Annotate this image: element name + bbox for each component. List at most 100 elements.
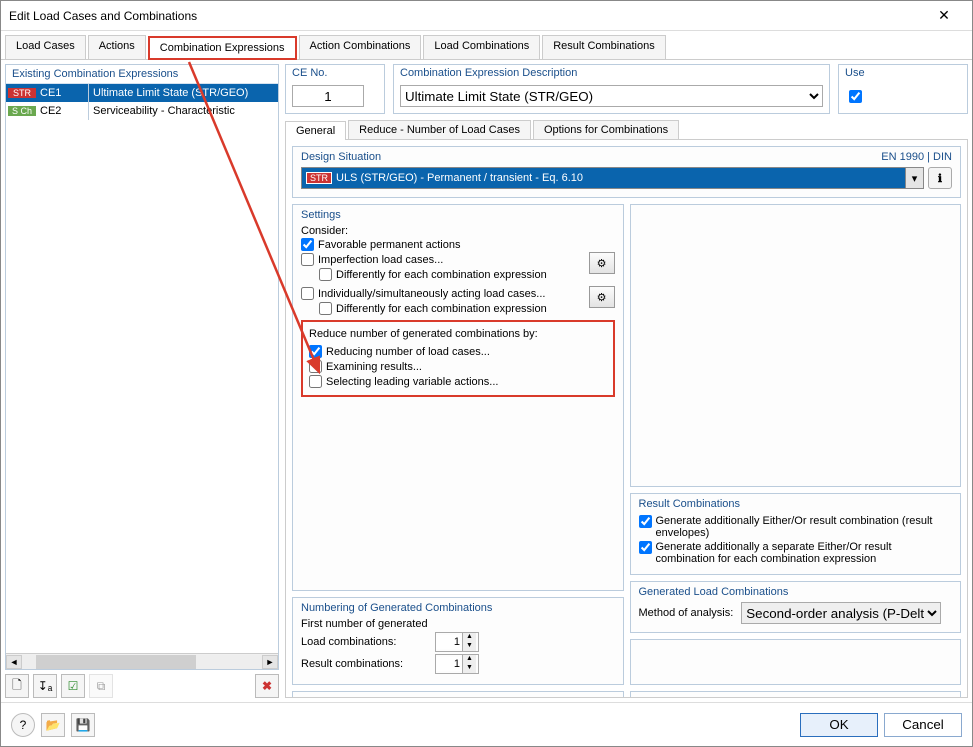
spin-up-icon[interactable]: ▲ bbox=[462, 655, 476, 664]
chk-rc-eitheror[interactable] bbox=[639, 515, 652, 528]
use-box: Use bbox=[838, 64, 968, 114]
save-button[interactable]: 💾 bbox=[71, 713, 95, 737]
chk-examine-results-label: Examining results... bbox=[326, 361, 422, 373]
chevron-down-icon[interactable]: ▾ bbox=[905, 168, 923, 188]
main-tabs: Load Cases Actions Combination Expressio… bbox=[1, 31, 972, 59]
design-situation-group: Design Situation EN 1990 | DIN STR ULS (… bbox=[292, 146, 961, 198]
chk-select-leading[interactable] bbox=[309, 375, 322, 388]
dialog-window: Edit Load Cases and Combinations ✕ Load … bbox=[0, 0, 973, 747]
use-checkbox[interactable] bbox=[849, 90, 862, 103]
result-comb-spinner[interactable]: ▲▼ bbox=[435, 654, 479, 674]
spin-down-icon[interactable]: ▼ bbox=[462, 664, 476, 673]
load-comb-label: Load combinations: bbox=[301, 636, 431, 648]
numbering-header: Numbering of Generated Combinations bbox=[301, 602, 492, 614]
config-individually-button[interactable]: ⚙ bbox=[589, 286, 615, 308]
result-comb-input[interactable] bbox=[436, 657, 462, 671]
chk-rc-separate[interactable] bbox=[639, 541, 652, 554]
chk-rc-separate-label: Generate additionally a separate Either/… bbox=[656, 541, 953, 565]
horizontal-scrollbar[interactable]: ◄ ► bbox=[6, 653, 278, 669]
chk-reduce-loadcases-label: Reducing number of load cases... bbox=[326, 346, 490, 358]
chk-imperfection-label: Imperfection load cases... bbox=[318, 254, 443, 266]
tab-load-combinations[interactable]: Load Combinations bbox=[423, 35, 540, 59]
subtab-reduce[interactable]: Reduce - Number of Load Cases bbox=[348, 120, 531, 139]
chk-reduce-loadcases[interactable] bbox=[309, 345, 322, 358]
rc-header: Result Combinations bbox=[639, 498, 741, 510]
type-badge: STR bbox=[8, 88, 36, 98]
glc-group: Generated Load Combinations Method of an… bbox=[630, 581, 962, 633]
comment-label: Comment bbox=[301, 696, 349, 698]
sub-body: Design Situation EN 1990 | DIN STR ULS (… bbox=[285, 139, 968, 698]
tab-load-cases[interactable]: Load Cases bbox=[5, 35, 86, 59]
chk-favorable[interactable] bbox=[301, 238, 314, 251]
subtab-general[interactable]: General bbox=[285, 121, 346, 140]
folder-button[interactable]: 📂 bbox=[41, 713, 65, 737]
tab-actions[interactable]: Actions bbox=[88, 35, 146, 59]
chk-ind-diff-label: Differently for each combination express… bbox=[336, 303, 547, 315]
new-button[interactable]: 🗋 bbox=[5, 674, 29, 698]
load-comb-input[interactable] bbox=[436, 635, 462, 649]
settings-header: Settings bbox=[301, 209, 341, 221]
list-item[interactable]: STR CE1 Ultimate Limit State (STR/GEO) bbox=[6, 84, 278, 102]
scroll-left-icon[interactable]: ◄ bbox=[6, 655, 22, 669]
chk-imperfection[interactable] bbox=[301, 253, 314, 266]
ok-button[interactable]: OK bbox=[800, 713, 878, 737]
sub-tabs: General Reduce - Number of Load Cases Op… bbox=[285, 120, 968, 139]
config-imperfection-button[interactable]: ⚙ bbox=[589, 252, 615, 274]
tab-action-combinations[interactable]: Action Combinations bbox=[299, 35, 422, 59]
subtab-options[interactable]: Options for Combinations bbox=[533, 120, 679, 139]
ce-no-box: CE No. bbox=[285, 64, 385, 114]
use-label: Use bbox=[839, 65, 967, 81]
method-select[interactable]: Second-order analysis (P-Delta) bbox=[741, 602, 941, 624]
ce-desc: Serviceability - Characteristic bbox=[89, 105, 278, 117]
design-situation-select[interactable]: STR ULS (STR/GEO) - Permanent / transien… bbox=[301, 167, 924, 189]
glc-header: Generated Load Combinations bbox=[639, 586, 789, 598]
spin-up-icon[interactable]: ▲ bbox=[462, 633, 476, 642]
titlebar: Edit Load Cases and Combinations ✕ bbox=[1, 1, 972, 31]
chk-ind-diff[interactable] bbox=[319, 302, 332, 315]
method-label: Method of analysis: bbox=[639, 607, 734, 619]
chk-imp-diff[interactable] bbox=[319, 268, 332, 281]
comment-group: Comment 🗐 bbox=[292, 691, 624, 698]
numbering-group: Numbering of Generated Combinations Firs… bbox=[292, 597, 624, 685]
tab-combination-expressions[interactable]: Combination Expressions bbox=[148, 36, 297, 60]
sort-button[interactable]: ↧ₐ bbox=[33, 674, 57, 698]
window-title: Edit Load Cases and Combinations bbox=[9, 9, 924, 23]
list-item[interactable]: S Ch CE2 Serviceability - Characteristic bbox=[6, 102, 278, 120]
cancel-button[interactable]: Cancel bbox=[884, 713, 962, 737]
check-all-button[interactable]: ☑ bbox=[61, 674, 85, 698]
copy-button[interactable]: ⧉ bbox=[89, 674, 113, 698]
right-pane: CE No. Combination Expression Descriptio… bbox=[285, 64, 968, 698]
chk-select-leading-label: Selecting leading variable actions... bbox=[326, 376, 498, 388]
settings-group: Settings Consider: Favorable permanent a… bbox=[292, 204, 624, 591]
left-toolbar: 🗋 ↧ₐ ☑ ⧉ ✖ bbox=[5, 670, 279, 698]
spin-down-icon[interactable]: ▼ bbox=[462, 642, 476, 651]
chk-rc-eitheror-label: Generate additionally Either/Or result c… bbox=[656, 515, 953, 539]
delete-button[interactable]: ✖ bbox=[255, 674, 279, 698]
consider-label: Consider: bbox=[301, 225, 615, 237]
ce-desc-select[interactable]: Ultimate Limit State (STR/GEO) bbox=[400, 85, 823, 107]
info-button[interactable]: ℹ bbox=[928, 167, 952, 189]
chk-individually[interactable] bbox=[301, 287, 314, 300]
close-button[interactable]: ✕ bbox=[924, 2, 964, 30]
first-number-label: First number of generated bbox=[301, 618, 615, 630]
load-comb-spinner[interactable]: ▲▼ bbox=[435, 632, 479, 652]
ce-desc-label: Combination Expression Description bbox=[394, 65, 829, 81]
ce-desc: Ultimate Limit State (STR/GEO) bbox=[89, 87, 278, 99]
ce-list[interactable]: STR CE1 Ultimate Limit State (STR/GEO) S… bbox=[6, 84, 278, 653]
reduce-header: Reduce number of generated combinations … bbox=[309, 328, 607, 340]
ds-standard: EN 1990 | DIN bbox=[881, 151, 952, 163]
left-pane-header: Existing Combination Expressions bbox=[6, 65, 278, 84]
scroll-right-icon[interactable]: ► bbox=[262, 655, 278, 669]
tab-result-combinations[interactable]: Result Combinations bbox=[542, 35, 666, 59]
type-badge: S Ch bbox=[8, 106, 36, 116]
footer: ? 📂 💾 OK Cancel bbox=[1, 702, 972, 746]
ds-text: ULS (STR/GEO) - Permanent / transient - … bbox=[336, 172, 905, 184]
ce-no-input[interactable] bbox=[292, 85, 364, 107]
right-action-group: ⚙ bbox=[630, 691, 962, 698]
chk-examine-results[interactable] bbox=[309, 360, 322, 373]
empty-group-top bbox=[630, 204, 962, 487]
result-combinations-group: Result Combinations Generate additionall… bbox=[630, 493, 962, 575]
chk-individually-label: Individually/simultaneously acting load … bbox=[318, 288, 545, 300]
result-comb-label: Result combinations: bbox=[301, 658, 431, 670]
help-button[interactable]: ? bbox=[11, 713, 35, 737]
